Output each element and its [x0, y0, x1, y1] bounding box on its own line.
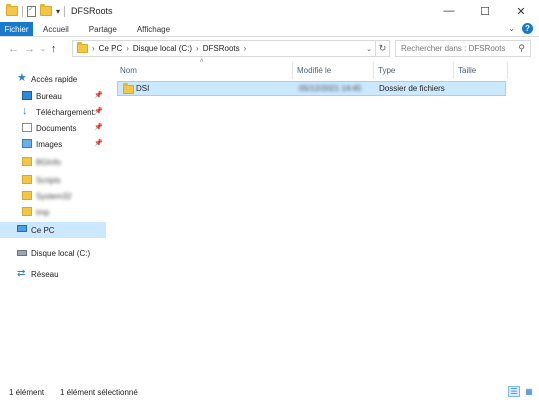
file-name: DSI [136, 84, 150, 93]
sidebar-item-documents[interactable]: Documents 📌 [0, 120, 106, 136]
sidebar-item-quick-access[interactable]: ★ Accès rapide [0, 71, 106, 87]
forward-button[interactable]: → [24, 43, 35, 55]
navigation-pane: ★ Accès rapide Bureau 📌 ↓ Téléchargement… [0, 62, 106, 380]
chevron-right-icon[interactable]: › [244, 44, 247, 53]
breadcrumb-dfsroots[interactable]: DFSRoots [203, 44, 240, 53]
sidebar-item-label: tmp [36, 207, 50, 217]
expand-ribbon-icon[interactable]: ⌄ [508, 24, 515, 33]
sidebar-item-telechargements[interactable]: ↓ Téléchargement: 📌 [0, 104, 106, 120]
sidebar-item-label: Ce PC [31, 225, 55, 235]
desktop-icon [22, 91, 32, 100]
pictures-icon [22, 139, 32, 148]
column-header-size[interactable]: Taille [454, 62, 508, 79]
pin-icon[interactable]: 📌 [94, 139, 103, 147]
maximize-button[interactable]: ☐ [467, 0, 503, 22]
sidebar-item-recent-folder[interactable]: System32 [0, 188, 106, 204]
breadcrumb-disque-local[interactable]: Disque local (C:) [133, 44, 192, 53]
sidebar-item-images[interactable]: Images 📌 [0, 136, 106, 152]
sidebar-item-disque-local[interactable]: Disque local (C:) [0, 245, 106, 261]
window-title: DFSRoots [71, 6, 113, 16]
sidebar-item-label: Disque local (C:) [31, 248, 91, 258]
sidebar-item-label: Documents [36, 123, 77, 133]
file-list: ^ Nom Modifié le Type Taille DSI 05/12/2… [108, 59, 539, 380]
folder-icon [22, 191, 32, 200]
folder-icon [22, 175, 32, 184]
breadcrumb-ce-pc[interactable]: Ce PC [99, 44, 123, 53]
file-modified-date: 05/12/2021 14:45 [299, 84, 362, 93]
ribbon-tabs: Fichier Accueil Partage Affichage ⌄ ? [0, 22, 539, 37]
toolbar-divider [64, 5, 66, 17]
sidebar-item-reseau[interactable]: ⇄ Réseau [0, 266, 106, 282]
pin-icon[interactable]: 📌 [94, 107, 103, 115]
disk-drive-icon [17, 250, 27, 256]
status-bar: 1 élément 1 élément sélectionné ☰ ▦ [0, 384, 539, 400]
customize-toolbar-icon[interactable]: ▾ [56, 7, 60, 16]
sidebar-item-bureau[interactable]: Bureau 📌 [0, 88, 106, 104]
folder-icon [22, 207, 32, 216]
computer-icon [17, 225, 27, 232]
new-folder-icon[interactable] [40, 4, 52, 16]
tab-affichage[interactable]: Affichage [127, 22, 180, 36]
download-icon: ↓ [22, 105, 28, 117]
sidebar-item-label: Téléchargement: [36, 107, 97, 117]
chevron-right-icon[interactable]: › [126, 44, 129, 53]
column-header-name[interactable]: Nom [116, 62, 293, 79]
sidebar-item-recent-folder[interactable]: tmp [0, 204, 106, 220]
sidebar-item-recent-folder[interactable]: BGInfo [0, 154, 106, 170]
refresh-icon[interactable]: ↻ [375, 41, 389, 56]
search-box[interactable]: ⚲ [395, 40, 531, 57]
sidebar-item-ce-pc[interactable]: Ce PC [0, 222, 106, 238]
large-icons-view-icon[interactable]: ▦ [523, 386, 535, 397]
sidebar-item-label: Bureau [36, 91, 62, 101]
address-box[interactable]: › Ce PC › Disque local (C:) › DFSRoots ›… [72, 40, 390, 57]
chevron-right-icon[interactable]: › [92, 44, 95, 53]
recent-locations-icon[interactable]: ⌄ [40, 45, 46, 53]
column-header-modified[interactable]: Modifié le [293, 62, 374, 79]
back-button[interactable]: ← [8, 43, 19, 55]
sidebar-item-recent-folder[interactable]: Scripts [0, 172, 106, 188]
properties-icon[interactable] [27, 5, 36, 17]
title-bar: ▾ DFSRoots — ☐ ✕ [0, 0, 539, 22]
file-type: Dossier de fichiers [379, 84, 445, 93]
details-view-icon[interactable]: ☰ [508, 386, 520, 397]
network-icon: ⇄ [17, 268, 26, 279]
minimize-button[interactable]: — [431, 0, 467, 22]
folder-icon [22, 157, 32, 166]
tab-accueil[interactable]: Accueil [33, 22, 79, 36]
address-bar-row: ← → ⌄ ↑ › Ce PC › Disque local (C:) › DF… [0, 37, 539, 60]
star-icon: ★ [17, 72, 27, 84]
tab-fichier[interactable]: Fichier [0, 22, 33, 36]
help-icon[interactable]: ? [522, 23, 533, 34]
sidebar-item-label: Images [36, 139, 63, 149]
item-count: 1 élément [9, 387, 45, 397]
sidebar-item-label: Scripts [36, 175, 61, 185]
search-icon[interactable]: ⚲ [518, 43, 525, 54]
close-button[interactable]: ✕ [503, 0, 539, 22]
table-row[interactable]: DSI 05/12/2021 14:45 Dossier de fichiers [117, 81, 506, 96]
sidebar-item-label: Réseau [31, 269, 59, 279]
quick-access-toolbar: ▾ [0, 4, 66, 17]
toolbar-divider [22, 5, 23, 17]
column-header-type[interactable]: Type [374, 62, 454, 79]
folder-icon [77, 42, 88, 53]
folder-icon [123, 83, 134, 94]
up-button[interactable]: ↑ [51, 43, 57, 55]
chevron-right-icon[interactable]: › [196, 44, 199, 53]
address-dropdown-icon[interactable]: ⌄ [363, 45, 375, 53]
documents-icon [22, 123, 32, 132]
sidebar-item-label: BGInfo [36, 157, 61, 167]
search-input[interactable] [401, 44, 513, 53]
pin-icon[interactable]: 📌 [94, 123, 103, 131]
folder-icon[interactable] [6, 4, 18, 16]
sidebar-item-label: Accès rapide [31, 74, 78, 84]
sidebar-item-label: System32 [36, 191, 72, 201]
pin-icon[interactable]: 📌 [94, 91, 103, 99]
tab-partage[interactable]: Partage [79, 22, 127, 36]
selection-count: 1 élément sélectionné [60, 387, 138, 397]
